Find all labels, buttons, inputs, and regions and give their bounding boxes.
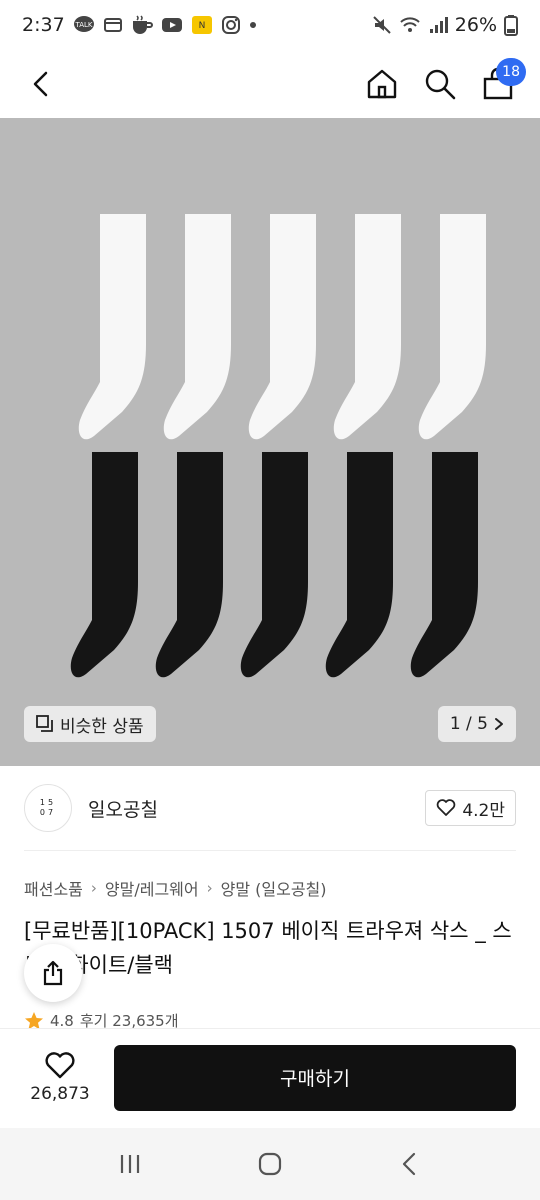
- search-icon: [425, 69, 456, 100]
- image-pager-label: 1 / 5: [449, 714, 488, 734]
- battery-percent: 26%: [454, 14, 497, 36]
- chevron-right-icon: ›: [90, 879, 97, 897]
- wishlist-button[interactable]: 26,873: [24, 1051, 96, 1104]
- search-button[interactable]: [422, 66, 458, 102]
- back-arrow-icon: [402, 1152, 416, 1176]
- svg-text:TALK: TALK: [74, 21, 92, 29]
- dot-icon: [249, 21, 257, 29]
- white-socks-row: [78, 214, 486, 440]
- purchase-bar: 26,873 구매하기: [0, 1028, 540, 1126]
- talk-icon: TALK: [73, 15, 95, 35]
- image-pager-button[interactable]: 1 / 5: [437, 706, 516, 742]
- brand-name[interactable]: 일오공칠: [88, 795, 158, 822]
- rating-value: 4.8: [50, 1011, 74, 1030]
- instagram-icon: [221, 15, 241, 35]
- status-bar: 2:37 TALK N 26%: [0, 0, 540, 50]
- status-time: 2:37: [22, 14, 65, 36]
- similar-products-button[interactable]: 비슷한 상품: [24, 706, 156, 742]
- breadcrumb-item[interactable]: 양말 (일오공칠): [221, 876, 327, 900]
- mute-icon: [372, 15, 392, 35]
- breadcrumb-item[interactable]: 패션소품: [24, 876, 83, 900]
- cart-count-badge: 18: [496, 58, 526, 86]
- brand-row: 15 07 일오공칠 4.2만: [0, 766, 540, 850]
- signal-icon: [428, 15, 448, 35]
- wifi-icon: [399, 15, 421, 35]
- chevron-right-icon: ›: [206, 879, 213, 897]
- similar-products-label: 비슷한 상품: [60, 716, 144, 737]
- breadcrumb: 패션소품 › 양말/레그웨어 › 양말 (일오공칠): [24, 876, 327, 900]
- back-nav-button[interactable]: [392, 1146, 428, 1182]
- heart-icon: [45, 1051, 75, 1078]
- home-circle-icon: [258, 1152, 282, 1176]
- home-button[interactable]: [364, 66, 400, 102]
- brand-logo-top: 15: [39, 798, 57, 807]
- chevron-right-icon: [495, 718, 503, 730]
- brand-like-button[interactable]: 4.2만: [425, 790, 516, 826]
- chevron-left-icon: [33, 71, 48, 97]
- brand-like-count: 4.2만: [462, 800, 505, 821]
- coffee-icon: [131, 15, 153, 35]
- heart-icon: [437, 799, 456, 816]
- divider: [24, 850, 516, 851]
- home-nav-button[interactable]: [252, 1146, 288, 1182]
- svg-text:N: N: [198, 21, 205, 31]
- share-button[interactable]: [24, 944, 82, 1002]
- breadcrumb-item[interactable]: 양말/레그웨어: [105, 876, 199, 900]
- share-icon: [43, 960, 63, 986]
- back-button[interactable]: [24, 66, 60, 102]
- system-navigation-bar: [0, 1128, 540, 1200]
- product-title: [무료반품][10PACK] 1507 베이직 트라우져 삭스 _ 스노우 화이…: [24, 919, 512, 977]
- cart-button[interactable]: 18: [480, 58, 526, 102]
- battery-icon: [504, 14, 518, 36]
- wallet-icon: [103, 16, 123, 34]
- product-image-carousel[interactable]: 비슷한 상품 1 / 5: [0, 118, 540, 766]
- wishlist-count: 26,873: [30, 1083, 90, 1104]
- brand-logo[interactable]: 15 07: [24, 784, 72, 832]
- home-icon: [367, 69, 397, 99]
- black-socks-row: [70, 452, 478, 678]
- socks-product-image: [70, 214, 486, 678]
- buy-button[interactable]: 구매하기: [114, 1044, 516, 1111]
- app-icon: N: [191, 15, 213, 35]
- youtube-icon: [161, 16, 183, 34]
- copy-icon: [36, 715, 53, 732]
- top-app-bar: 18: [0, 50, 540, 118]
- brand-logo-bottom: 07: [39, 808, 57, 817]
- recent-apps-icon: [120, 1155, 140, 1173]
- recent-apps-button[interactable]: [112, 1146, 148, 1182]
